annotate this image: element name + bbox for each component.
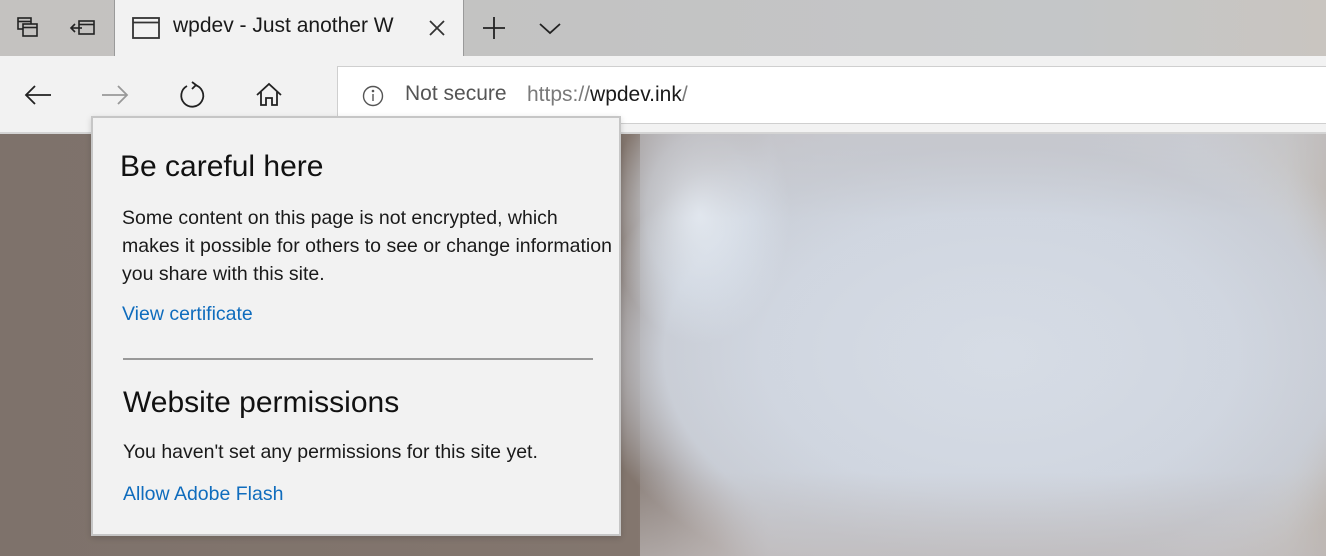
home-icon: [255, 81, 283, 109]
url-scheme: https://: [527, 83, 591, 106]
tab-title: wpdev - Just another W: [173, 14, 394, 37]
view-certificate-link[interactable]: View certificate: [122, 303, 253, 326]
arrow-left-icon: [23, 83, 53, 107]
popup-description: Some content on this page is not encrypt…: [122, 207, 612, 285]
refresh-button[interactable]: [175, 78, 209, 112]
allow-adobe-flash-link[interactable]: Allow Adobe Flash: [123, 483, 283, 506]
set-aside-tabs-button[interactable]: [14, 14, 42, 42]
forward-button[interactable]: [98, 78, 132, 112]
info-icon[interactable]: [362, 85, 384, 107]
active-tab[interactable]: wpdev - Just another W: [114, 0, 464, 56]
background-image: [640, 134, 1326, 556]
popup-title: Be careful here: [120, 150, 324, 183]
url-host: wpdev.ink: [590, 83, 682, 106]
arrow-right-icon: [100, 83, 130, 107]
home-button[interactable]: [252, 78, 286, 112]
permissions-description: You haven't set any permissions for this…: [123, 441, 538, 463]
site-info-popup: Be careful here Some content on this pag…: [91, 116, 621, 536]
tab-bar: wpdev - Just another W: [0, 0, 1326, 56]
refresh-icon: [178, 81, 206, 109]
divider: [123, 358, 593, 360]
tab-preview-button[interactable]: [536, 14, 564, 42]
chevron-down-icon: [537, 20, 563, 36]
close-icon: [427, 18, 447, 38]
permissions-title: Website permissions: [123, 386, 400, 419]
plus-icon: [481, 15, 507, 41]
close-tab-button[interactable]: [423, 14, 451, 42]
back-button[interactable]: [21, 78, 55, 112]
restore-tabs-icon: [69, 15, 97, 41]
new-tab-button[interactable]: [480, 14, 508, 42]
page-icon: [131, 16, 161, 40]
url-path: /: [681, 83, 688, 106]
restore-tabs-button[interactable]: [69, 14, 97, 42]
security-status-label[interactable]: Not secure: [405, 82, 507, 106]
set-aside-tabs-icon: [15, 15, 41, 41]
url-text[interactable]: https://wpdev.ink/: [527, 83, 688, 107]
